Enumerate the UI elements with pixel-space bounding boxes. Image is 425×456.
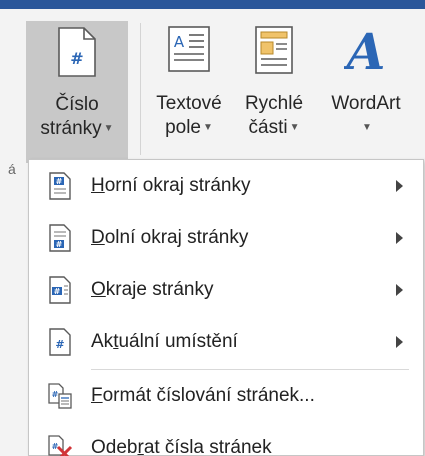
svg-text:A: A	[174, 33, 185, 51]
wordart-button[interactable]: A WordArt ▼	[316, 21, 416, 161]
submenu-arrow-icon	[396, 284, 403, 296]
page-number-button[interactable]: # Číslo stránky ▼	[26, 21, 128, 163]
menu-item-top-of-page[interactable]: # Horní okraj stránky	[29, 160, 423, 212]
remove-page-numbers-icon: #	[48, 435, 73, 456]
svg-text:#: #	[52, 442, 59, 451]
submenu-arrow-icon	[396, 336, 403, 348]
quick-parts-label-line1: Rychlé	[244, 93, 304, 114]
chevron-down-icon: ▼	[362, 122, 372, 133]
page-number-icon: #	[58, 27, 96, 77]
menu-item-bottom-of-page[interactable]: # Dolní okraj stránky	[29, 212, 423, 264]
menu-item-label: Aktuální umístění	[91, 331, 238, 352]
menu-item-label: Okraje stránky	[91, 279, 214, 300]
text-box-button[interactable]: A Textové pole ▼	[146, 21, 232, 161]
svg-text:#: #	[54, 287, 61, 296]
svg-text:#: #	[55, 338, 64, 351]
menu-item-label: Horní okraj stránky	[91, 175, 251, 196]
page-number-label-line1: Číslo	[55, 94, 99, 115]
quick-parts-icon	[255, 26, 293, 74]
menu-item-label: Dolní okraj stránky	[91, 227, 249, 248]
menu-item-page-margins[interactable]: # Okraje stránky	[29, 264, 423, 316]
word-ribbon-screen: # Číslo stránky ▼ A Textové pole ▼ Rychl…	[0, 0, 425, 456]
svg-text:#: #	[56, 177, 63, 186]
menu-item-label: Formát číslování stránek...	[91, 385, 315, 406]
svg-text:#: #	[70, 49, 83, 68]
current-position-icon: #	[49, 328, 71, 356]
submenu-arrow-icon	[396, 232, 403, 244]
title-bar-strip	[0, 0, 425, 9]
text-box-label-line2: pole	[165, 117, 201, 139]
svg-text:A: A	[344, 25, 385, 75]
page-number-dropdown-menu: # Horní okraj stránky # Dolní okraj strá…	[28, 159, 424, 456]
format-page-numbers-icon: #	[48, 383, 72, 409]
wordart-icon: A	[343, 22, 386, 81]
wordart-label: WordArt	[331, 93, 401, 114]
menu-item-label: Odebrat čísla stránek	[91, 437, 272, 456]
ribbon-insert-tab: # Číslo stránky ▼ A Textové pole ▼ Rychl…	[0, 9, 425, 163]
group-separator	[140, 23, 141, 155]
submenu-arrow-icon	[396, 180, 403, 192]
menu-item-format-page-numbers[interactable]: # Formát číslování stránek...	[29, 370, 423, 422]
quick-parts-button[interactable]: Rychlé části ▼	[236, 21, 312, 161]
page-number-label-line2: stránky	[40, 118, 102, 140]
svg-text:#: #	[56, 240, 63, 249]
text-box-icon: A	[168, 26, 210, 72]
svg-text:#: #	[52, 390, 59, 399]
chevron-down-icon: ▼	[203, 122, 213, 133]
chevron-down-icon: ▼	[289, 122, 300, 133]
margins-page-number-icon: #	[49, 276, 71, 304]
quick-parts-label-line2: části	[248, 117, 288, 139]
text-box-label-line1: Textové	[156, 93, 222, 114]
header-page-number-icon: #	[49, 172, 71, 200]
footer-page-number-icon: #	[49, 224, 71, 252]
menu-item-current-position[interactable]: # Aktuální umístění	[29, 316, 423, 368]
chevron-down-icon: ▼	[103, 123, 114, 134]
menu-item-remove-page-numbers[interactable]: # Odebrat čísla stránek	[29, 422, 423, 456]
